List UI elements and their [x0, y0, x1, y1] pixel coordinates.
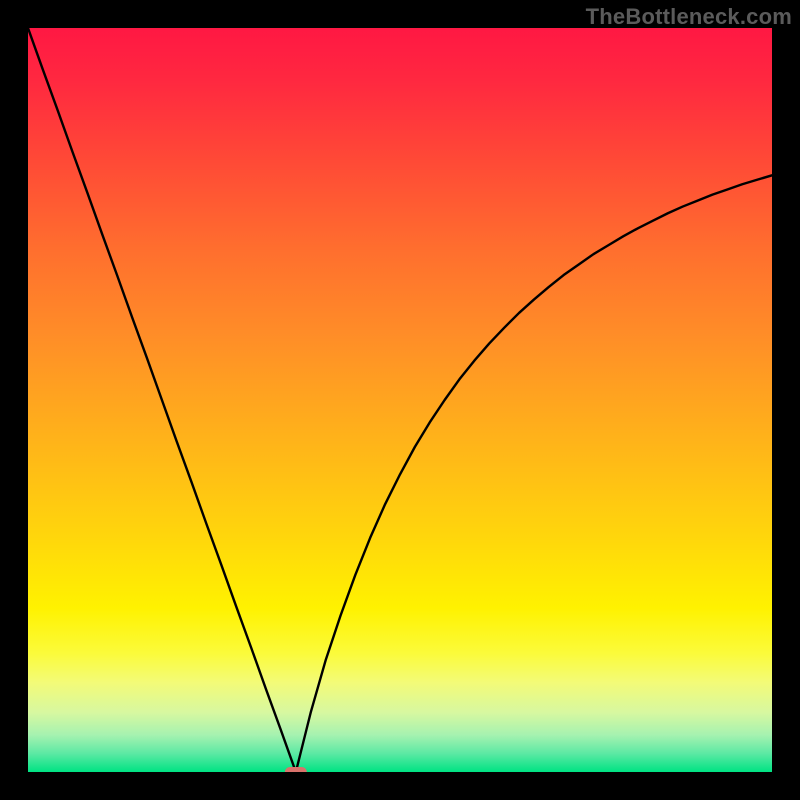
- chart-frame: TheBottleneck.com: [0, 0, 800, 800]
- bottleneck-chart: [28, 28, 772, 772]
- optimum-marker: [285, 767, 307, 772]
- watermark-text: TheBottleneck.com: [586, 4, 792, 30]
- plot-area: [28, 28, 772, 772]
- gradient-background: [28, 28, 772, 772]
